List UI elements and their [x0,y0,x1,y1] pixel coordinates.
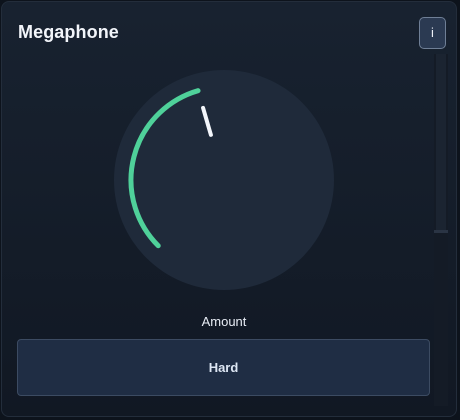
amount-label: Amount [201,314,247,329]
plugin-panel: Megaphone i Amount Hard [1,1,457,417]
mode-button[interactable]: Hard [17,339,430,396]
knob-body [114,70,334,290]
panel-title: Megaphone [18,22,119,42]
vertical-scrollbar[interactable] [434,54,448,406]
scrollbar-thumb[interactable] [436,54,446,230]
knob-graphic [114,70,334,290]
scrollbar-marker [434,230,448,233]
info-button[interactable]: i [419,17,446,49]
amount-knob[interactable] [114,70,334,290]
